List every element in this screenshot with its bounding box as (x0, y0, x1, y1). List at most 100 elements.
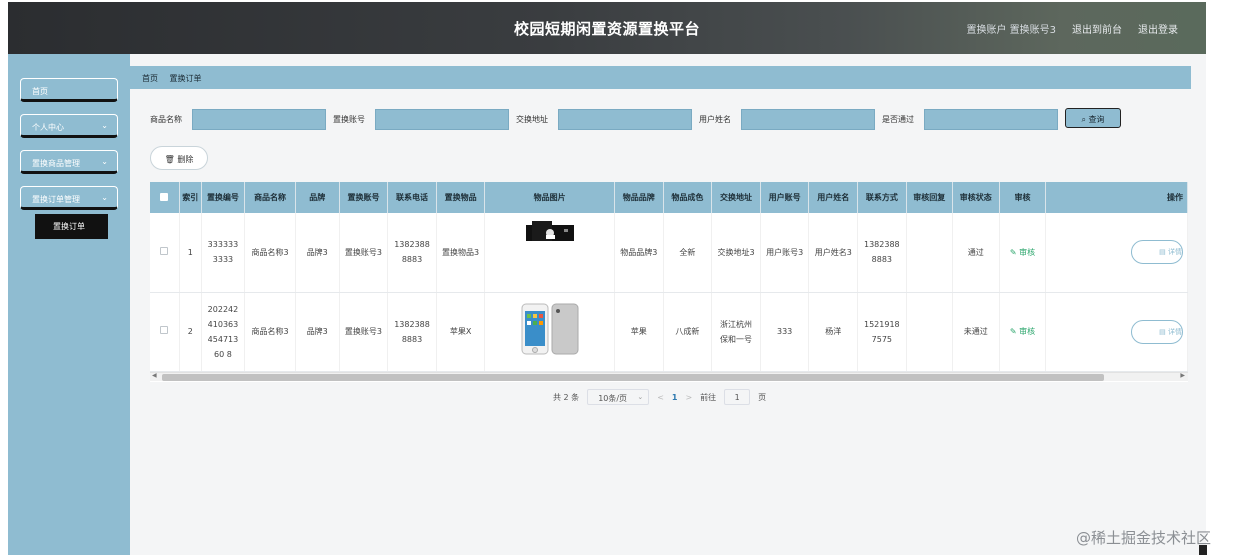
cell-condition: 八成新 (663, 292, 713, 372)
column-header: 置换物品 (436, 182, 486, 213)
cell-user-account: 用户账号3 (760, 213, 810, 293)
cell-account: 置换账号3 (339, 213, 389, 293)
cell-item-brand: 物品品牌3 (614, 213, 664, 293)
logout-link[interactable]: 退出登录 (1138, 21, 1178, 36)
row-select-cell[interactable] (150, 292, 180, 372)
column-header: 联系方式 (857, 182, 907, 213)
goods-name-input[interactable] (192, 109, 326, 130)
delete-button[interactable]: 🗑 删除 (150, 146, 208, 170)
user-name-input[interactable] (741, 109, 875, 130)
goto-page-input[interactable]: 1 (724, 389, 751, 405)
search-label: 是否通过 (882, 115, 914, 124)
cell-code: 20224241036345471360 8 (201, 292, 246, 372)
sidebar-item-label: 个人中心 (32, 123, 64, 132)
sidebar-item-goods-management[interactable]: 置换商品管理 ⌄ (20, 150, 118, 174)
search-label: 交换地址 (516, 115, 548, 124)
row-checkbox[interactable] (160, 246, 169, 255)
scroll-left-icon[interactable]: ◀ (152, 372, 157, 379)
pagination: 共 2 条 10条/页 ⌄ < 1 > 前往 1 页 (553, 388, 766, 406)
chevron-down-icon: ⌄ (637, 393, 644, 401)
column-header: 审核回复 (906, 182, 953, 213)
row-select-cell[interactable] (150, 213, 180, 293)
app-frame: 校园短期闲置资源置换平台 置换账户 置换账号3 退出到前台 退出登录 首页 个人… (8, 2, 1206, 555)
cell-contact: 13823888883 (857, 213, 907, 293)
cell-actions: ▤ 详情 (1045, 213, 1188, 293)
column-header: 物品品牌 (614, 182, 664, 213)
column-header: 交换地址 (711, 182, 761, 213)
next-page-button[interactable]: > (685, 393, 692, 402)
cell-condition: 全新 (663, 213, 713, 293)
chevron-down-icon: ⌄ (101, 121, 108, 130)
iphone-photo-image (521, 303, 579, 355)
detail-button[interactable]: ▤ 详情 (1131, 240, 1183, 265)
page-size-value: 10条/页 (598, 394, 628, 403)
audit-label: 审核 (1019, 247, 1036, 257)
column-header: 联系电话 (387, 182, 437, 213)
chevron-down-icon: ⌄ (101, 193, 108, 202)
sidebar-item-label: 置换订单管理 (32, 195, 80, 204)
page-unit: 页 (758, 392, 767, 402)
cell-item: 苹果X (436, 292, 486, 372)
search-label: 用户姓名 (699, 115, 731, 124)
total-count: 共 2 条 (553, 392, 580, 402)
current-user: 置换账户 置换账号3 (966, 25, 1056, 36)
search-label: 置换账号 (333, 115, 365, 124)
product-photo-image (525, 221, 574, 241)
table-row: 1 3333333333 商品名称3 品牌3 置换账号3 13823888883… (150, 213, 1188, 293)
sidebar-item-home[interactable]: 首页 (20, 78, 118, 102)
address-input[interactable] (558, 109, 692, 130)
search-icon: ⌕ (1081, 115, 1086, 124)
row-checkbox[interactable] (160, 326, 169, 334)
cell-image (484, 213, 615, 293)
column-header: 商品名称 (244, 182, 296, 213)
cell-user-name: 杨洋 (808, 292, 859, 372)
account-input[interactable] (375, 109, 509, 130)
chevron-down-icon: ⌄ (101, 157, 108, 166)
cell-name: 商品名称3 (244, 213, 296, 293)
table-header-row: 索引 置换编号 商品名称 品牌 置换账号 联系电话 置换物品 物品图片 物品品牌… (150, 182, 1188, 213)
cell-item: 置换物品3 (436, 213, 486, 293)
column-header: 用户姓名 (808, 182, 859, 213)
breadcrumb-home[interactable]: 首页 (142, 74, 158, 83)
column-header: 品牌 (295, 182, 340, 213)
cell-user-name: 用户姓名3 (808, 213, 859, 293)
query-button[interactable]: ⌕ 查询 (1065, 108, 1121, 128)
top-header: 校园短期闲置资源置换平台 置换账户 置换账号3 退出到前台 退出登录 (8, 2, 1206, 54)
sidebar-item-label: 置换商品管理 (32, 159, 80, 168)
cell-brand: 品牌3 (295, 292, 340, 372)
goto-label: 前往 (700, 392, 717, 402)
cell-status: 通过 (952, 213, 1000, 293)
cell-image (484, 292, 615, 372)
detail-button[interactable]: ▤ 详情 (1131, 319, 1183, 344)
page-size-select[interactable]: 10条/页 ⌄ (587, 389, 650, 405)
column-header: 审核状态 (952, 182, 1000, 213)
cell-user-account: 333 (760, 292, 810, 372)
sidebar-subitem-orders[interactable]: 置换订单 (35, 214, 108, 239)
horizontal-scrollbar[interactable]: ◀ ▶ (150, 372, 1188, 381)
table-row: 2 20224241036345471360 8 商品名称3 品牌3 置换账号3… (150, 292, 1188, 372)
scrollbar-thumb[interactable] (162, 374, 1104, 381)
prev-page-button[interactable]: < (657, 393, 664, 402)
sidebar-item-personal-center[interactable]: 个人中心 ⌄ (20, 114, 118, 138)
breadcrumb: 首页 置换订单 (130, 66, 1191, 89)
cell-name: 商品名称3 (244, 292, 296, 372)
scroll-right-icon[interactable]: ▶ (1180, 372, 1185, 379)
approved-input[interactable] (924, 109, 1058, 130)
audit-link[interactable]: ✎ 审核 (999, 292, 1047, 372)
cell-phone: 13823888883 (387, 213, 437, 293)
sidebar-item-order-management[interactable]: 置换订单管理 ⌄ (20, 186, 118, 210)
current-page[interactable]: 1 (672, 393, 678, 402)
select-all-header[interactable] (150, 182, 180, 213)
audit-link[interactable]: ✎ 审核 (999, 213, 1047, 293)
cell-reply (906, 292, 953, 372)
cell-status: 未通过 (952, 292, 1000, 372)
front-link[interactable]: 退出到前台 (1072, 21, 1122, 36)
document-icon: ▤ (1159, 248, 1166, 257)
search-label: 商品名称 (150, 115, 182, 124)
select-all-checkbox[interactable] (160, 192, 169, 201)
cell-contact: 15219187575 (857, 292, 907, 372)
cell-reply (906, 213, 953, 293)
cell-account: 置换账号3 (339, 292, 389, 372)
audit-label: 审核 (1019, 327, 1036, 336)
column-header: 物品成色 (663, 182, 713, 213)
